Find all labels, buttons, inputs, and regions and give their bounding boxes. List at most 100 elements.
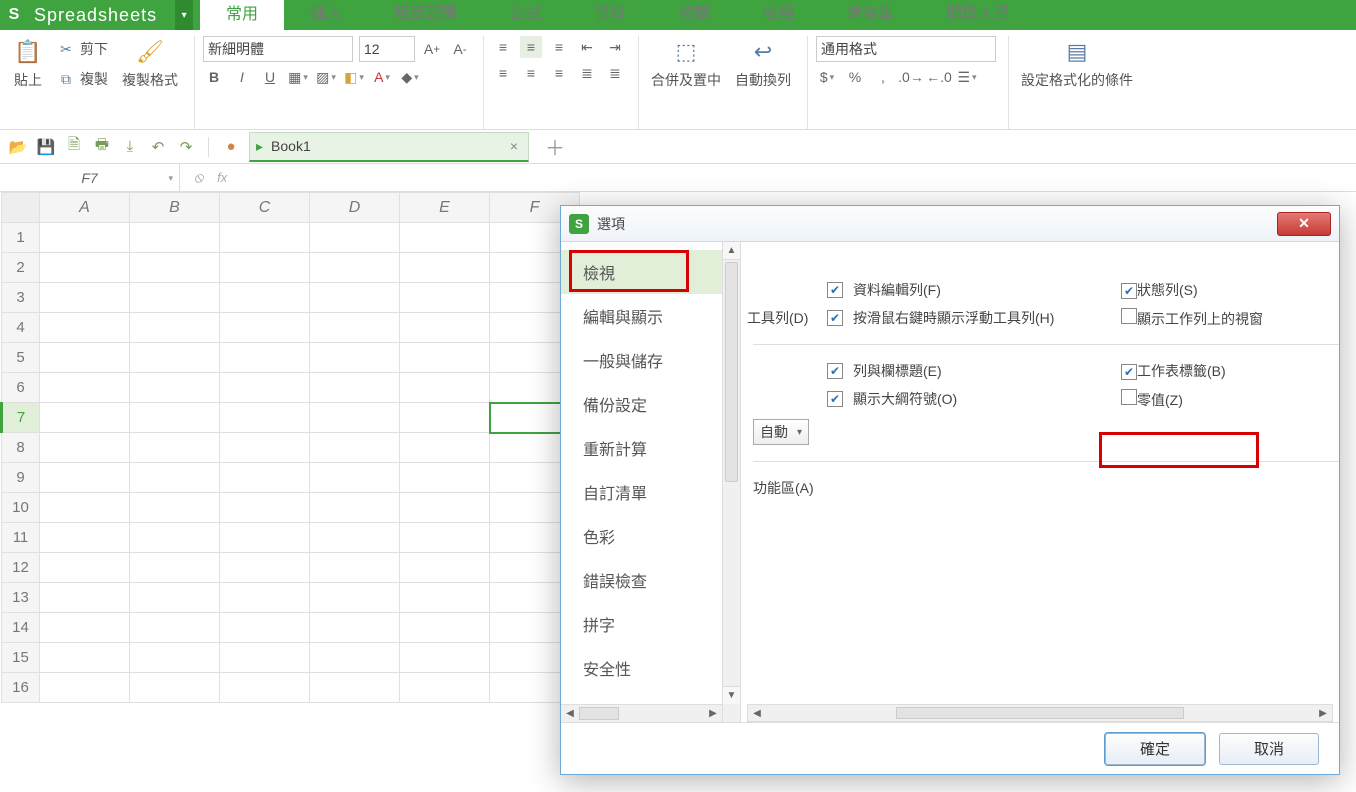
clear-format-button[interactable]: ◆ — [399, 66, 421, 88]
cell[interactable] — [310, 433, 400, 463]
name-box[interactable]: F7 — [0, 164, 180, 192]
paste-button[interactable]: 📋 貼上 — [10, 36, 46, 92]
tab-formula[interactable]: 公式 — [484, 0, 568, 30]
col-header[interactable]: A — [40, 193, 130, 223]
row-header[interactable]: 14 — [2, 613, 40, 643]
cell[interactable] — [310, 523, 400, 553]
cell[interactable] — [130, 373, 220, 403]
cell[interactable] — [310, 403, 400, 433]
tab-addons[interactable]: 增益集 — [820, 0, 920, 30]
cell[interactable] — [220, 433, 310, 463]
decrease-indent-button[interactable]: ⇤ — [576, 36, 598, 58]
cell[interactable] — [220, 373, 310, 403]
row-header[interactable]: 12 — [2, 553, 40, 583]
cell[interactable] — [220, 583, 310, 613]
cell[interactable] — [400, 313, 490, 343]
nav-spell[interactable]: 拼字 — [561, 602, 740, 646]
cell[interactable] — [220, 673, 310, 703]
cell[interactable] — [220, 553, 310, 583]
font-size-select[interactable] — [359, 36, 415, 62]
undo-icon[interactable]: ↶ — [148, 137, 168, 157]
cell[interactable] — [310, 673, 400, 703]
cell[interactable] — [40, 553, 130, 583]
cell[interactable] — [310, 493, 400, 523]
cell[interactable] — [310, 343, 400, 373]
chk-sheet-tabs[interactable] — [1121, 364, 1137, 380]
cut-button[interactable]: ✂剪下 — [52, 37, 112, 61]
cell[interactable] — [130, 553, 220, 583]
tab-developer[interactable]: 開發人員 — [920, 0, 1036, 30]
nav-vscrollbar[interactable]: ▲▼ — [722, 242, 740, 722]
cell[interactable] — [220, 223, 310, 253]
cell[interactable] — [40, 673, 130, 703]
cell[interactable] — [310, 223, 400, 253]
row-header[interactable]: 1 — [2, 223, 40, 253]
new-tab-button[interactable]: ＋ — [537, 132, 573, 161]
fx-label[interactable]: fx — [217, 170, 227, 185]
row-header[interactable]: 15 — [2, 643, 40, 673]
dialog-close-button[interactable]: ✕ — [1277, 212, 1331, 236]
nav-security[interactable]: 安全性 — [561, 646, 740, 690]
copy-button[interactable]: ⧉複製 — [52, 67, 112, 91]
cell[interactable] — [310, 583, 400, 613]
decrease-decimal-button[interactable]: ←.0 — [928, 66, 950, 88]
cell[interactable] — [220, 403, 310, 433]
cell[interactable] — [400, 223, 490, 253]
row-header[interactable]: 3 — [2, 283, 40, 313]
tab-insert[interactable]: 插入 — [284, 0, 368, 30]
tab-data[interactable]: 資料 — [568, 0, 652, 30]
cell[interactable] — [400, 523, 490, 553]
cell[interactable] — [130, 283, 220, 313]
nav-hscrollbar[interactable]: ◀▶ — [561, 704, 722, 722]
row-header[interactable]: 6 — [2, 373, 40, 403]
app-menu-dropdown[interactable]: ▾ — [175, 0, 193, 30]
ok-button[interactable]: 確定 — [1105, 733, 1205, 765]
cell[interactable] — [220, 283, 310, 313]
cell[interactable] — [40, 373, 130, 403]
cell[interactable] — [130, 613, 220, 643]
col-header[interactable]: D — [310, 193, 400, 223]
cell[interactable] — [40, 583, 130, 613]
distribute-button[interactable]: ≣ — [604, 62, 626, 84]
cell[interactable] — [130, 463, 220, 493]
cell[interactable] — [400, 463, 490, 493]
save-icon[interactable]: 💾 — [36, 137, 56, 157]
italic-button[interactable]: I — [231, 66, 253, 88]
cell[interactable] — [400, 253, 490, 283]
cell[interactable] — [130, 343, 220, 373]
cell[interactable] — [40, 643, 130, 673]
cell[interactable] — [130, 253, 220, 283]
row-header[interactable]: 7 — [2, 403, 40, 433]
decrease-font-button[interactable]: A- — [449, 38, 471, 60]
merge-center-button[interactable]: ⬚ 合併及置中 — [647, 36, 725, 92]
chk-float-toolbar[interactable] — [827, 310, 843, 326]
cell[interactable] — [400, 403, 490, 433]
col-header[interactable]: C — [220, 193, 310, 223]
chk-outline[interactable] — [827, 391, 843, 407]
bold-button[interactable]: B — [203, 66, 225, 88]
dialog-titlebar[interactable]: S 選項 ✕ — [561, 206, 1339, 242]
cell[interactable] — [220, 643, 310, 673]
align-right-button[interactable]: ≡ — [548, 62, 570, 84]
cell[interactable] — [400, 493, 490, 523]
cell[interactable] — [40, 313, 130, 343]
cell[interactable] — [130, 583, 220, 613]
cell[interactable] — [40, 343, 130, 373]
cell[interactable] — [400, 283, 490, 313]
comma-button[interactable]: , — [872, 66, 894, 88]
cell[interactable] — [400, 613, 490, 643]
cell[interactable] — [40, 283, 130, 313]
cell[interactable] — [40, 253, 130, 283]
number-format-select[interactable] — [816, 36, 996, 62]
cell[interactable] — [400, 583, 490, 613]
export-icon[interactable]: ⤓ — [120, 137, 140, 157]
align-left-button[interactable]: ≡ — [492, 62, 514, 84]
fill-pattern-button[interactable]: ▨ — [315, 66, 337, 88]
print-icon[interactable]: 🖶 — [92, 137, 112, 157]
number-more-button[interactable]: ☰ — [956, 66, 978, 88]
cell[interactable] — [220, 313, 310, 343]
row-header[interactable]: 2 — [2, 253, 40, 283]
cell[interactable] — [400, 643, 490, 673]
close-tab-icon[interactable]: × — [510, 138, 518, 154]
chk-status-bar[interactable] — [1121, 283, 1137, 299]
